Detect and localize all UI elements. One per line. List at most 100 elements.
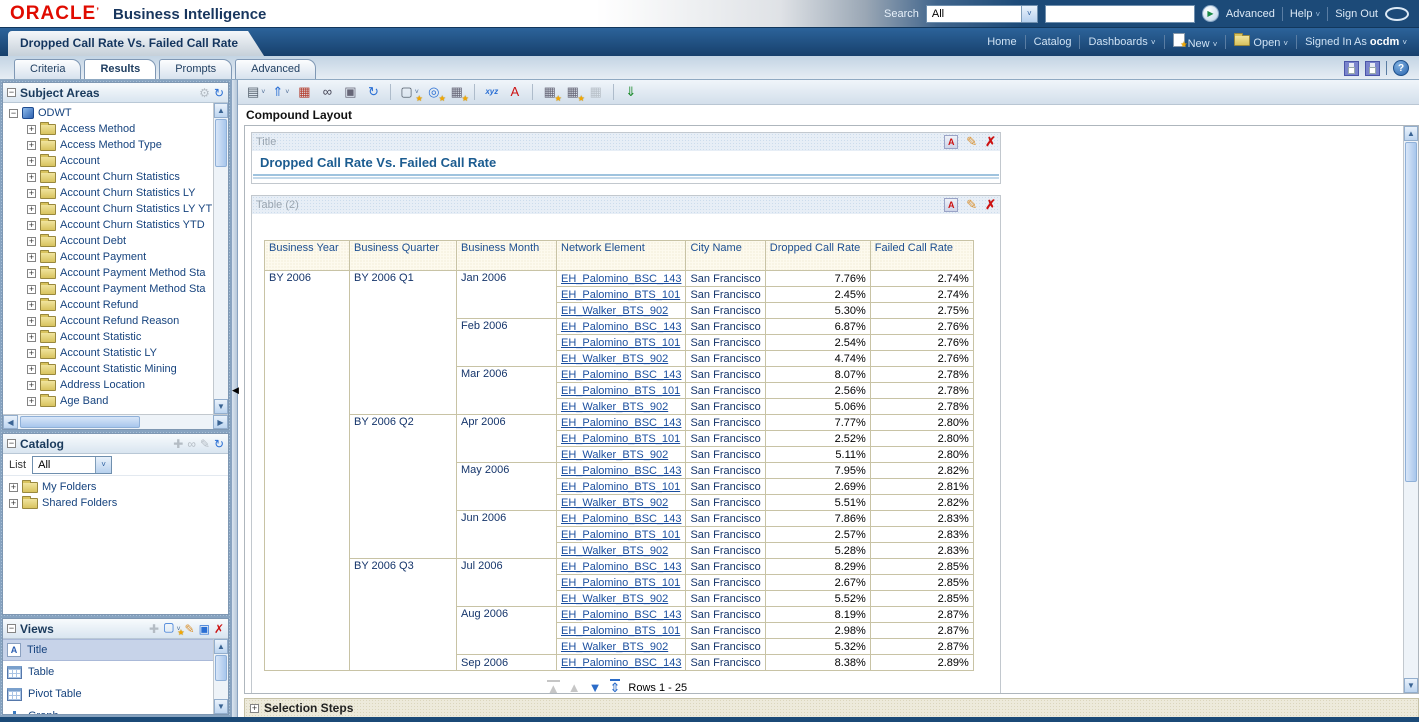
open-label[interactable]: Open <box>1253 37 1280 49</box>
expand-icon[interactable]: + <box>27 253 36 262</box>
collapse-sidebar-icon[interactable]: ◀ <box>232 386 239 395</box>
network-element-link[interactable]: EH_Palomino_BSC_143 <box>561 561 681 573</box>
catalog-link[interactable]: Catalog <box>1034 36 1072 48</box>
column-header[interactable]: City Name <box>686 241 765 271</box>
delete-view-icon[interactable]: ✗ <box>214 623 224 635</box>
expand-icon[interactable]: + <box>27 125 36 134</box>
expand-icon[interactable]: + <box>250 704 259 713</box>
delete-view-icon[interactable]: ✗ <box>985 134 996 150</box>
edit-formulas-button[interactable]: xyz <box>483 83 501 101</box>
tree-item-folder[interactable]: +Account Refund <box>3 297 213 313</box>
network-element-link[interactable]: EH_Palomino_BSC_143 <box>561 657 681 669</box>
network-element-link[interactable]: EH_Walker_BTS_902 <box>561 401 668 413</box>
edit-view-icon[interactable]: ✎ <box>966 197 977 213</box>
network-element-link[interactable]: EH_Walker_BTS_902 <box>561 545 668 557</box>
scroll-up-icon[interactable]: ▲ <box>214 103 228 118</box>
new-group-button[interactable]: ◎★ <box>425 83 443 101</box>
expand-icon[interactable]: + <box>27 205 36 214</box>
edit-view-icon[interactable]: ✎ <box>966 134 977 150</box>
network-element-link[interactable]: EH_Palomino_BTS_101 <box>561 529 680 541</box>
dashboards-label[interactable]: Dashboards <box>1088 36 1147 48</box>
tree-item-folder[interactable]: +Account Statistic Mining <box>3 361 213 377</box>
search-input[interactable] <box>1045 5 1195 23</box>
scroll-up-icon[interactable]: ▲ <box>214 639 228 654</box>
catalog-folder-item[interactable]: +My Folders <box>3 479 228 495</box>
advanced-link[interactable]: Advanced <box>1226 8 1275 20</box>
network-element-link[interactable]: EH_Palomino_BTS_101 <box>561 337 680 349</box>
tab-criteria[interactable]: Criteria <box>14 59 81 79</box>
signed-in-as[interactable]: Signed In As ocdm <box>1305 36 1407 48</box>
vertical-scrollbar[interactable]: ▲ ▼ <box>1403 126 1418 693</box>
tree-item-root[interactable]: −ODWT <box>3 105 213 121</box>
network-element-link[interactable]: EH_Palomino_BSC_143 <box>561 465 681 477</box>
preview-button[interactable]: ∞ <box>318 83 336 101</box>
help-icon[interactable]: ? <box>1393 60 1409 76</box>
duplicate-view-icon[interactable]: ▣ <box>199 623 210 635</box>
column-header[interactable]: Business Quarter <box>350 241 457 271</box>
save-as-icon[interactable] <box>1365 61 1380 76</box>
collapse-icon[interactable]: − <box>9 109 18 118</box>
expand-icon[interactable]: + <box>27 237 36 246</box>
scrollbar-thumb[interactable] <box>215 655 227 681</box>
collapse-icon[interactable]: − <box>7 624 16 633</box>
expand-icon[interactable]: + <box>27 173 36 182</box>
all-rows-icon[interactable]: ⇕ <box>610 679 621 693</box>
tree-item-folder[interactable]: +Account Payment Method Sta <box>3 281 213 297</box>
expand-icon[interactable]: + <box>27 157 36 166</box>
save-icon[interactable] <box>1344 61 1359 76</box>
new-label[interactable]: New <box>1188 38 1210 50</box>
collapse-icon[interactable]: − <box>7 88 16 97</box>
next-rows-icon[interactable]: ▼ <box>589 681 602 693</box>
new-master-detail-button[interactable]: ▦★ <box>541 83 559 101</box>
expand-icon[interactable]: + <box>9 499 18 508</box>
search-scope-select[interactable]: All <box>926 5 1038 23</box>
tree-item-folder[interactable]: +Account Debt <box>3 233 213 249</box>
tree-item-folder[interactable]: +Access Method Type <box>3 137 213 153</box>
scrollbar-thumb[interactable] <box>20 416 140 428</box>
tree-item-folder[interactable]: +Account Statistic LY <box>3 345 213 361</box>
network-element-link[interactable]: EH_Walker_BTS_902 <box>561 497 668 509</box>
refresh-button[interactable]: ↻ <box>364 83 382 101</box>
expand-icon[interactable]: + <box>27 349 36 358</box>
views-list-item[interactable]: Table <box>3 661 213 683</box>
format-container-icon[interactable]: A <box>944 135 958 149</box>
expand-icon[interactable]: + <box>27 301 36 310</box>
network-element-link[interactable]: EH_Palomino_BSC_143 <box>561 417 681 429</box>
print-button[interactable]: ▤˅ <box>246 83 266 101</box>
network-element-link[interactable]: EH_Palomino_BSC_143 <box>561 321 681 333</box>
search-go-button[interactable]: ▶ <box>1202 5 1219 22</box>
tree-item-folder[interactable]: +Account Payment <box>3 249 213 265</box>
export-button[interactable]: ⇑˅ <box>271 83 290 101</box>
format-container-icon[interactable]: A <box>944 198 958 212</box>
scroll-up-icon[interactable]: ▲ <box>1404 126 1418 141</box>
delete-view-icon[interactable]: ✗ <box>985 197 996 213</box>
network-element-link[interactable]: EH_Palomino_BSC_143 <box>561 273 681 285</box>
network-element-link[interactable]: EH_Palomino_BSC_143 <box>561 513 681 525</box>
tree-item-folder[interactable]: +Age Band <box>3 393 213 409</box>
vertical-scrollbar[interactable]: ▲ ▼ <box>213 103 228 414</box>
collapse-icon[interactable]: − <box>7 439 16 448</box>
column-header[interactable]: Business Month <box>457 241 557 271</box>
catalog-list-select[interactable]: All <box>32 456 112 474</box>
column-header[interactable]: Failed Call Rate <box>870 241 973 271</box>
network-element-link[interactable]: EH_Palomino_BSC_143 <box>561 369 681 381</box>
network-element-link[interactable]: EH_Walker_BTS_902 <box>561 353 668 365</box>
sign-out-link[interactable]: Sign Out <box>1335 8 1378 20</box>
expand-icon[interactable]: + <box>9 483 18 492</box>
network-element-link[interactable]: EH_Palomino_BSC_143 <box>561 609 681 621</box>
scrollbar-thumb[interactable] <box>1405 142 1417 482</box>
scroll-down-icon[interactable]: ▼ <box>214 399 228 414</box>
home-link[interactable]: Home <box>987 36 1016 48</box>
refresh-icon[interactable]: ↻ <box>214 87 224 99</box>
sort-button[interactable]: ⇓ <box>622 83 640 101</box>
vertical-scrollbar[interactable]: ▲ ▼ <box>213 639 228 714</box>
scroll-down-icon[interactable]: ▼ <box>1404 678 1418 693</box>
new-menu[interactable]: ★ New <box>1173 33 1218 50</box>
network-element-link[interactable]: EH_Walker_BTS_902 <box>561 641 668 653</box>
tree-item-folder[interactable]: +Account Payment Method Sta <box>3 265 213 281</box>
network-element-link[interactable]: EH_Palomino_BTS_101 <box>561 385 680 397</box>
copy-button[interactable]: ▣ <box>341 83 359 101</box>
expand-icon[interactable]: + <box>27 333 36 342</box>
chevron-down-icon[interactable] <box>95 457 111 473</box>
new-linked-view-button[interactable]: ▦★ <box>564 83 582 101</box>
